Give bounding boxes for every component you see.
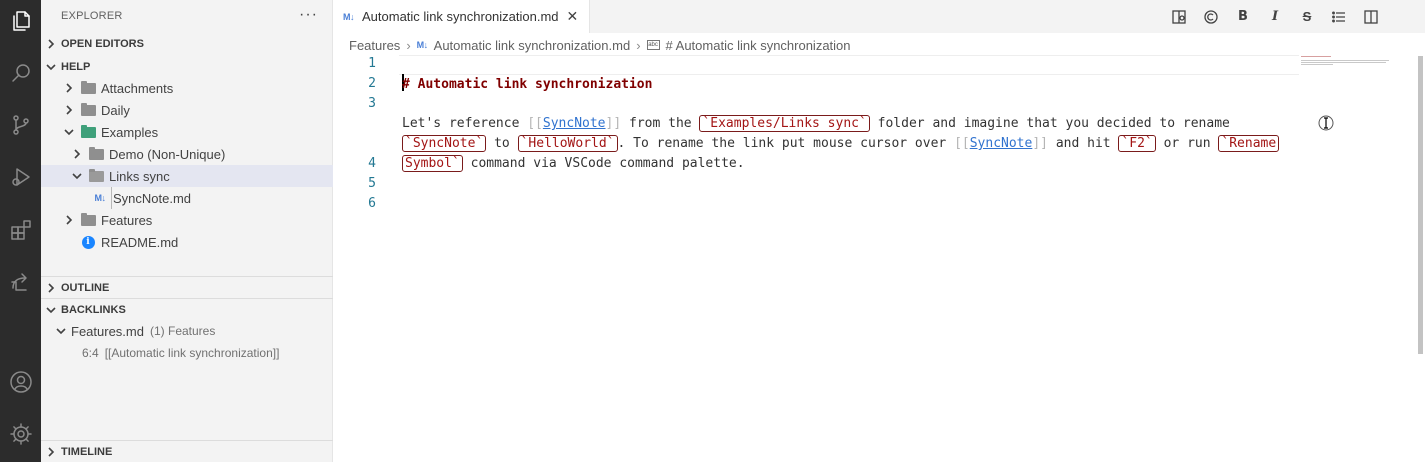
backlink-count: (1) Features (149, 324, 216, 338)
tree-item-links-sync[interactable]: Links sync (41, 165, 333, 187)
chevron-right-icon (41, 39, 61, 49)
tree-item-label: SyncNote.md (113, 190, 192, 206)
list-icon[interactable] (1323, 5, 1355, 29)
tree-item-features[interactable]: Features (41, 209, 333, 231)
tree-item-attachments[interactable]: Attachments (41, 77, 333, 99)
copilot-icon[interactable] (1195, 5, 1227, 29)
tree-item-label: Demo (Non-Unique) (109, 146, 226, 162)
chevron-right-icon (59, 105, 79, 115)
extensions-icon[interactable] (4, 213, 37, 246)
split-editor-icon[interactable] (1355, 5, 1387, 29)
section-label: TIMELINE (61, 445, 113, 458)
breadcrumb-folder[interactable]: Features (349, 38, 400, 53)
section-label: HELP (61, 61, 91, 73)
section-label: OPEN EDITORS (61, 38, 144, 50)
folder-icon (79, 212, 97, 228)
tree-item-daily[interactable]: Daily (41, 99, 333, 121)
symbol-string-icon: abc (646, 40, 660, 50)
tab-automatic-link-sync[interactable]: M↓ Automatic link synchronization.md ✕ (333, 0, 590, 33)
backlink-reference[interactable]: 6:4 [[Automatic link synchronization]] (41, 342, 333, 364)
run-debug-icon[interactable] (4, 160, 37, 193)
chevron-right-icon (41, 446, 61, 457)
info-icon: i (79, 234, 97, 250)
breadcrumb-symbol[interactable]: # Automatic link synchronization (666, 38, 851, 53)
tree-item-label: README.md (101, 234, 179, 250)
markdown-file-icon: M↓ (343, 11, 355, 22)
chevron-down-icon (67, 171, 87, 181)
chevron-right-icon (59, 215, 79, 225)
folder-icon (87, 146, 105, 162)
sidebar-title: EXPLORER (61, 10, 123, 22)
tree-item-label: Examples (101, 124, 159, 140)
markdown-file-icon: M↓ (94, 193, 107, 203)
files-icon[interactable] (4, 4, 37, 37)
remote-icon[interactable] (4, 265, 37, 298)
editor-area: M↓ Automatic link synchronization.md ✕ B… (333, 0, 1425, 462)
code-line[interactable]: `SyncNote` to `HelloWorld`. To rename th… (333, 114, 1313, 152)
editor-toolbar: B I S (1163, 0, 1387, 33)
section-open-editors[interactable]: OPEN EDITORS (41, 33, 333, 55)
section-label: OUTLINE (61, 281, 110, 294)
tree-item-demo[interactable]: Demo (Non-Unique) (41, 143, 333, 165)
backlink-position: 6:4 (82, 346, 99, 360)
gear-icon[interactable] (4, 417, 37, 450)
tree-item-label: Attachments (101, 80, 174, 96)
tree-item-syncnote[interactable]: M↓ SyncNote.md (41, 187, 333, 209)
backlink-snippet: [[Automatic link synchronization]] (104, 346, 280, 360)
chevron-right-icon: › (406, 37, 411, 53)
source-control-icon[interactable] (4, 108, 37, 141)
search-icon[interactable] (4, 56, 37, 89)
markdown-heading: # Automatic link synchronization (402, 77, 653, 92)
chevron-down-icon (51, 326, 71, 336)
plain-text: command via VSCode command palette. (462, 156, 745, 171)
folder-open-icon (79, 124, 97, 140)
breadcrumb-file[interactable]: Automatic link synchronization.md (434, 38, 631, 53)
folder-icon (79, 102, 97, 118)
code-line[interactable]: Symbol` command via VSCode command palet… (333, 134, 1313, 172)
chevron-right-icon: › (636, 37, 641, 53)
code-line[interactable]: Let's reference [[SyncNote]] from the `E… (333, 94, 1313, 132)
chevron-right-icon (67, 149, 87, 159)
section-timeline[interactable]: TIMELINE (41, 440, 333, 462)
open-preview-icon[interactable] (1163, 5, 1195, 29)
section-outline[interactable]: OUTLINE (41, 276, 333, 298)
account-icon[interactable] (4, 365, 37, 398)
backlink-file-label: Features.md (71, 323, 144, 339)
code-line[interactable]: # Automatic link synchronization (333, 54, 1313, 92)
chevron-down-icon (41, 305, 61, 315)
bold-button[interactable]: B (1227, 5, 1259, 29)
close-icon[interactable]: ✕ (567, 8, 579, 25)
italic-button[interactable]: I (1259, 5, 1291, 29)
tree-item-label: Features (101, 212, 153, 228)
minimap[interactable] (1301, 56, 1391, 74)
tab-label: Automatic link synchronization.md (362, 9, 559, 24)
activity-bar (0, 0, 41, 462)
section-backlinks[interactable]: BACKLINKS (41, 298, 333, 320)
folder-icon (79, 80, 97, 96)
tree-item-label: Links sync (109, 168, 170, 184)
strikethrough-button[interactable]: S (1291, 5, 1323, 29)
chevron-down-icon (41, 62, 61, 72)
explorer-sidebar: EXPLORER ··· OPEN EDITORS HELP Attachmen… (41, 0, 333, 462)
line-number: 6 (368, 196, 376, 211)
inline-code: Symbol` (402, 155, 463, 172)
chevron-right-icon (59, 83, 79, 93)
tree-item-label: Daily (101, 102, 130, 118)
vertical-scrollbar[interactable] (1418, 56, 1423, 354)
folder-open-icon (87, 168, 105, 184)
breadcrumb: Features › M↓ Automatic link synchroniza… (349, 36, 851, 54)
more-actions-icon[interactable]: ··· (299, 6, 318, 24)
tab-bar: M↓ Automatic link synchronization.md ✕ B… (333, 0, 1425, 33)
mouse-cursor-icon (1318, 115, 1334, 131)
chevron-down-icon (59, 127, 79, 137)
tree-item-examples[interactable]: Examples (41, 121, 333, 143)
section-help[interactable]: HELP (41, 56, 333, 78)
tree-item-readme[interactable]: i README.md (41, 231, 333, 253)
backlink-file[interactable]: Features.md (1) Features (41, 320, 333, 342)
chevron-right-icon (41, 282, 61, 293)
section-label: BACKLINKS (61, 303, 126, 316)
markdown-file-icon: M↓ (416, 40, 429, 50)
